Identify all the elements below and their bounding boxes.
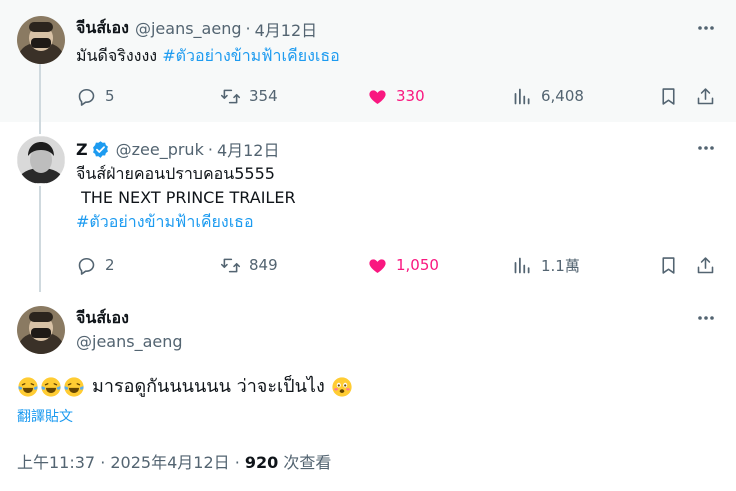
more-options-icon[interactable] [695, 307, 717, 329]
thread-line [39, 186, 41, 292]
bookmark-button[interactable] [658, 253, 679, 277]
tweet-text: มันดีจริงงงง #ตัวอย่างข้ามฟ้าเคียงเธอ [76, 44, 340, 68]
display-name[interactable]: Z [76, 140, 88, 159]
separator-dot: · [245, 19, 251, 38]
tweet-text-body: มารอดูกันนนนนน ว่าจะเป็นไง [92, 376, 325, 397]
thread-line [39, 122, 41, 134]
verified-badge-icon [92, 140, 108, 158]
heart-filled-icon [369, 258, 386, 273]
main-tweet: จีนส์เอง @jeans_aeng มารอดูกันนนนนน ว่าจ… [0, 292, 736, 491]
flushed-face-emoji-icon [332, 377, 352, 397]
share-button[interactable] [695, 253, 716, 277]
tweet-actions: 2 849 1,050 1.1萬 [76, 253, 718, 277]
tweet-header: Z @zee_pruk · 4月12日 [76, 137, 279, 161]
share-icon [697, 87, 714, 104]
views-button[interactable]: 1.1萬 [512, 253, 580, 277]
analytics-icon [514, 88, 530, 104]
username[interactable]: @jeans_aeng [76, 332, 183, 351]
reply-button[interactable]: 2 [76, 253, 115, 277]
translate-post-link[interactable]: 翻譯貼文 [17, 406, 73, 426]
reply-icon [78, 88, 95, 106]
post-metadata: 上午11:37 · 2025年4月12日 · 920 次查看 [17, 449, 331, 473]
username[interactable]: @zee_pruk [116, 140, 204, 159]
bookmark-icon [662, 256, 675, 274]
view-count-label: 次查看 [278, 453, 332, 472]
tweet-date[interactable]: 4月12日 [217, 137, 280, 161]
more-options-icon[interactable] [695, 137, 717, 159]
views-count: 1.1萬 [541, 256, 580, 275]
laughing-tears-emoji-icon [18, 377, 38, 397]
laughing-tears-emoji-icon [64, 377, 84, 397]
repost-button[interactable]: 354 [220, 84, 278, 108]
hashtag-link[interactable]: #ตัวอย่างข้ามฟ้าเคียงเธอ [162, 46, 340, 65]
tweet-actions: 5 354 330 6,408 [76, 84, 718, 108]
tweet-header: จีนส์เอง @jeans_aeng · 4月12日 [76, 16, 317, 41]
tweet-text: จีนส์ฝ่ายคอนปราบคอน5555 THE NEXT PRINCE … [76, 162, 296, 234]
separator-dot: · [207, 139, 213, 159]
reply-button[interactable]: 5 [76, 84, 115, 108]
bookmark-icon [662, 87, 675, 105]
tweet-text-line: จีนส์ฝ่ายคอนปราบคอน5555 [76, 164, 275, 183]
display-name[interactable]: จีนส์เอง [76, 16, 129, 41]
tweet-reply-1[interactable]: จีนส์เอง @jeans_aeng · 4月12日 มันดีจริงงง… [0, 0, 736, 122]
reply-count: 2 [105, 256, 115, 274]
username[interactable]: @jeans_aeng [135, 19, 242, 38]
avatar[interactable] [17, 136, 65, 184]
repost-count: 849 [249, 256, 278, 274]
tweet-text-body: มันดีจริงงงง [76, 46, 158, 65]
reply-count: 5 [105, 87, 115, 105]
repost-icon [220, 258, 241, 272]
repost-button[interactable]: 849 [220, 253, 278, 277]
views-count: 6,408 [541, 87, 584, 105]
avatar[interactable] [17, 16, 65, 64]
like-count: 330 [396, 87, 425, 105]
hashtag-link[interactable]: #ตัวอย่างข้ามฟ้าเคียงเธอ [76, 210, 296, 234]
reply-icon [78, 257, 95, 275]
view-count: 920 [244, 453, 279, 472]
like-button[interactable]: 330 [367, 84, 425, 108]
display-name[interactable]: จีนส์เอง [76, 306, 129, 331]
tweet-text: มารอดูกันนนนนน ว่าจะเป็นไง [17, 374, 354, 400]
like-button[interactable]: 1,050 [367, 253, 439, 277]
post-timestamp[interactable]: 上午11:37 · 2025年4月12日 · [17, 453, 245, 472]
like-count: 1,050 [396, 256, 439, 274]
tweet-date[interactable]: 4月12日 [255, 17, 318, 41]
views-button[interactable]: 6,408 [512, 84, 584, 108]
repost-count: 354 [249, 87, 278, 105]
analytics-icon [514, 257, 530, 273]
laughing-tears-emoji-icon [41, 377, 61, 397]
share-icon [697, 256, 714, 273]
more-options-icon[interactable] [695, 17, 717, 39]
repost-icon [220, 89, 241, 103]
tweet-reply-2[interactable]: Z @zee_pruk · 4月12日 จีนส์ฝ่ายคอนปราบคอน5… [0, 122, 736, 292]
avatar[interactable] [17, 306, 65, 354]
tweet-text-line: THE NEXT PRINCE TRAILER [76, 188, 296, 207]
share-button[interactable] [695, 84, 716, 108]
heart-filled-icon [369, 89, 386, 104]
bookmark-button[interactable] [658, 84, 679, 108]
thread-line [39, 64, 41, 122]
